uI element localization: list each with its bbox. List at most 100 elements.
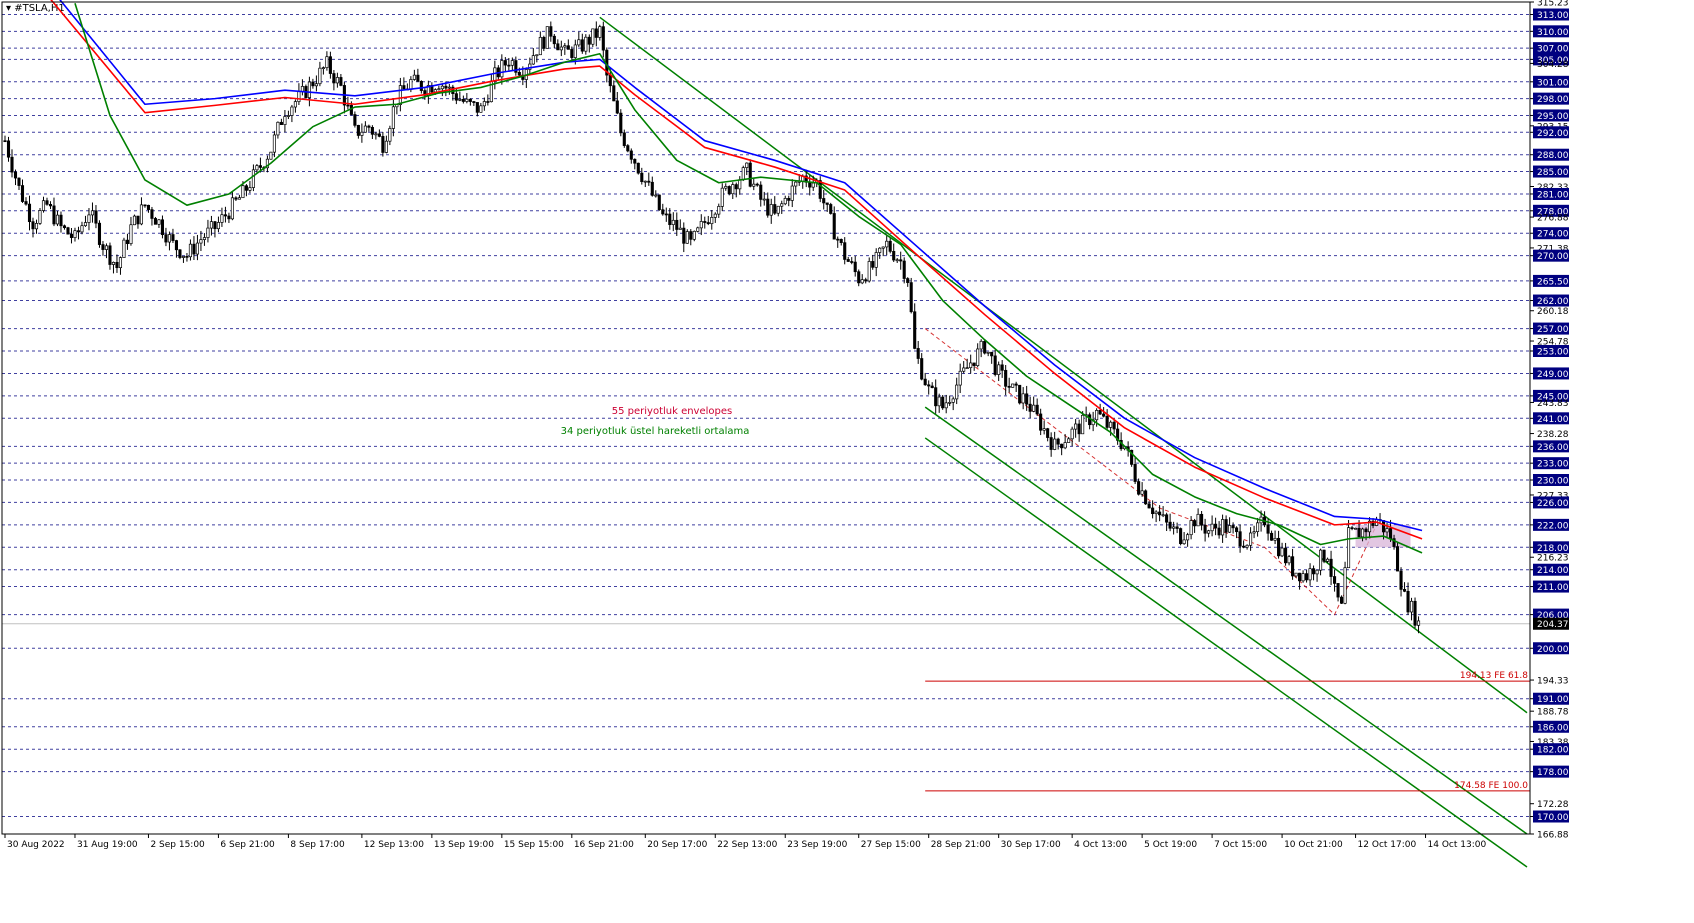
candle-down xyxy=(594,28,598,38)
candle-down xyxy=(454,93,458,101)
candle-down xyxy=(227,215,231,220)
price-tick-label: 182.00 xyxy=(1537,746,1569,756)
time-tick-label: 14 Oct 13:00 xyxy=(1428,840,1487,850)
candle-up xyxy=(591,28,595,45)
candle-up xyxy=(139,204,144,225)
price-tick-label: 216.23 xyxy=(1537,554,1569,564)
candle-up xyxy=(976,348,980,367)
envelope-upper-line xyxy=(59,0,1423,532)
candle-up xyxy=(335,77,339,84)
candle-up xyxy=(55,214,60,225)
candle-down xyxy=(76,230,81,233)
candle-up xyxy=(447,86,451,89)
candle-up xyxy=(1301,573,1305,582)
candle-up xyxy=(188,243,192,258)
price-tick-label: 310.00 xyxy=(1537,28,1569,38)
candle-down xyxy=(192,243,196,255)
annotation-layer: 55 periyotluk envelopes 34 periyotluk üst… xyxy=(561,406,750,437)
candle-down xyxy=(311,81,315,87)
candle-down xyxy=(346,104,350,107)
candle-up xyxy=(118,257,123,269)
candle-down xyxy=(1399,570,1403,590)
time-axis: 30 Aug 2022 31 Aug 19:00 2 Sep 15:00 6 Sep … xyxy=(4,834,1487,850)
candle-up xyxy=(1256,522,1260,532)
candle-up xyxy=(1196,513,1200,527)
candle-down xyxy=(1175,526,1179,529)
candle-up xyxy=(573,44,577,58)
candle-up xyxy=(458,98,462,101)
candle-down xyxy=(1203,524,1207,534)
candle-up xyxy=(545,26,549,49)
candle-up xyxy=(202,237,206,240)
price-tick-label: 257.00 xyxy=(1537,325,1569,335)
candle-down xyxy=(1077,423,1081,435)
candle-down xyxy=(1322,549,1326,562)
candle-up xyxy=(1319,549,1323,571)
candle-up xyxy=(500,60,504,78)
candle-up xyxy=(132,215,137,226)
candle-down xyxy=(503,60,507,66)
candle-down xyxy=(902,260,906,279)
candle-up xyxy=(363,125,367,133)
candle-up xyxy=(1067,438,1071,443)
chart-window[interactable]: ▾ #TSLA,H1 194.13 FE 61.8 174.58 FE 100.0… xyxy=(0,0,1694,923)
candle-down xyxy=(486,101,490,103)
ema-label: 34 periyotluk üstel hareketli ortalama xyxy=(561,426,750,437)
candle-up xyxy=(563,45,567,48)
price-tick-label: 238.28 xyxy=(1537,430,1569,440)
candle-down xyxy=(178,249,182,258)
candle-up xyxy=(997,364,1001,375)
price-tick-label: 288.00 xyxy=(1537,151,1569,161)
candle-down xyxy=(472,101,476,103)
candle-down xyxy=(839,239,843,244)
candle-up xyxy=(1161,514,1165,517)
candle-down xyxy=(94,210,98,224)
time-tick-label: 6 Sep 21:00 xyxy=(220,840,275,850)
candle-up xyxy=(741,167,745,181)
price-tick-label: 214.00 xyxy=(1537,566,1569,576)
candle-up xyxy=(255,165,259,171)
candle-down xyxy=(1000,364,1004,371)
time-tick-label: 22 Sep 13:00 xyxy=(717,840,777,850)
price-tick-label: 236.00 xyxy=(1537,443,1569,453)
candle-down xyxy=(1165,514,1169,523)
candle-down xyxy=(370,126,374,135)
candle-up xyxy=(776,205,780,214)
price-tick-label: 285.00 xyxy=(1537,168,1569,178)
time-tick-label: 13 Sep 19:00 xyxy=(434,840,494,850)
candle-up xyxy=(794,181,798,187)
candle-down xyxy=(1144,490,1148,505)
candle-down xyxy=(1350,527,1354,530)
candle-down xyxy=(1406,590,1410,613)
candle-down xyxy=(640,172,644,182)
candle-up xyxy=(398,85,402,105)
candle-up xyxy=(685,231,689,244)
price-tick-label: 307.00 xyxy=(1537,45,1569,55)
candle-down xyxy=(101,244,105,250)
candle-down xyxy=(59,214,63,227)
candle-up xyxy=(671,219,675,225)
candle-up xyxy=(986,351,990,354)
candle-down xyxy=(1224,519,1228,533)
candle-down xyxy=(787,197,791,201)
candle-down xyxy=(675,219,679,230)
candle-down xyxy=(1137,481,1141,495)
candle-down xyxy=(608,74,612,87)
candle-down xyxy=(402,85,406,90)
candle-up xyxy=(885,240,889,248)
candle-up xyxy=(409,79,413,90)
candle-up xyxy=(577,39,581,46)
candle-up xyxy=(297,91,301,102)
candle-down xyxy=(1193,520,1197,527)
candle-up xyxy=(1361,528,1365,538)
candle-up xyxy=(1315,569,1319,575)
candle-up xyxy=(248,187,252,191)
candle-down xyxy=(1336,583,1340,598)
candle-up xyxy=(531,55,535,65)
current-price-label: 204.37 xyxy=(1537,620,1569,630)
candle-up xyxy=(1021,393,1025,404)
candle-down xyxy=(174,240,178,251)
price-chart[interactable]: 194.13 FE 61.8 174.58 FE 100.0 315.23 313.… xyxy=(0,0,1694,923)
candle-down xyxy=(1035,404,1039,415)
candle-down xyxy=(934,387,938,407)
